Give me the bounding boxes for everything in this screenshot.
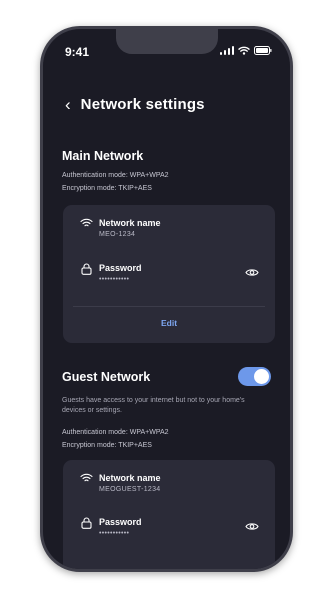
edit-button[interactable]: Edit: [63, 318, 275, 328]
lock-icon: [79, 517, 93, 529]
header: ‹ Network settings: [65, 96, 205, 113]
guest-network-title: Guest Network: [62, 370, 151, 384]
status-icons: [219, 46, 273, 55]
card-divider: [73, 306, 265, 307]
main-auth-mode: Authentication mode: WPA+WPA2: [62, 172, 169, 179]
guest-network-name-label: Network name: [99, 473, 161, 483]
guest-network-toggle[interactable]: [238, 367, 271, 386]
network-name-value: MEO-1234: [99, 231, 136, 238]
wifi-icon: [79, 473, 93, 483]
guest-password-value: •••••••••••: [99, 530, 130, 537]
guest-network-name-row: Network name MEOGUEST-1234: [79, 473, 259, 493]
eye-icon[interactable]: [245, 518, 259, 536]
password-label: Password: [99, 263, 142, 273]
lock-icon: [79, 263, 93, 275]
wifi-status-icon: [238, 46, 250, 55]
phone-frame: 9:41 ‹ Network settings Main Network Aut…: [40, 26, 293, 572]
status-time: 9:41: [65, 45, 90, 59]
guest-password-label: Password: [99, 517, 142, 527]
main-password-row: Password •••••••••••: [79, 263, 259, 283]
screen: 9:41 ‹ Network settings Main Network Aut…: [43, 29, 290, 569]
wifi-icon: [79, 218, 93, 228]
page-title: Network settings: [80, 96, 205, 113]
guest-password-row: Password •••••••••••: [79, 517, 259, 537]
password-value: •••••••••••: [99, 276, 130, 283]
main-encryption-mode: Encryption mode: TKIP+AES: [62, 185, 152, 192]
guest-network-description: Guests have access to your internet but …: [62, 397, 245, 414]
guest-encryption-mode: Encryption mode: TKIP+AES: [62, 442, 152, 449]
guest-network-name-value: MEOGUEST-1234: [99, 486, 161, 493]
signal-icon: [219, 46, 234, 55]
notch: [116, 29, 218, 54]
guest-auth-mode: Authentication mode: WPA+WPA2: [62, 429, 169, 436]
main-network-name-row: Network name MEO-1234: [79, 218, 259, 238]
main-network-title: Main Network: [62, 149, 144, 163]
back-button[interactable]: ‹: [65, 96, 71, 113]
toggle-knob: [254, 369, 269, 384]
battery-icon: [254, 46, 272, 55]
main-network-card: Network name MEO-1234 Password •••••••••…: [63, 205, 275, 343]
guest-network-card: Network name MEOGUEST-1234 Password ••••…: [63, 460, 275, 569]
network-name-label: Network name: [99, 218, 161, 228]
eye-icon[interactable]: [245, 264, 259, 282]
